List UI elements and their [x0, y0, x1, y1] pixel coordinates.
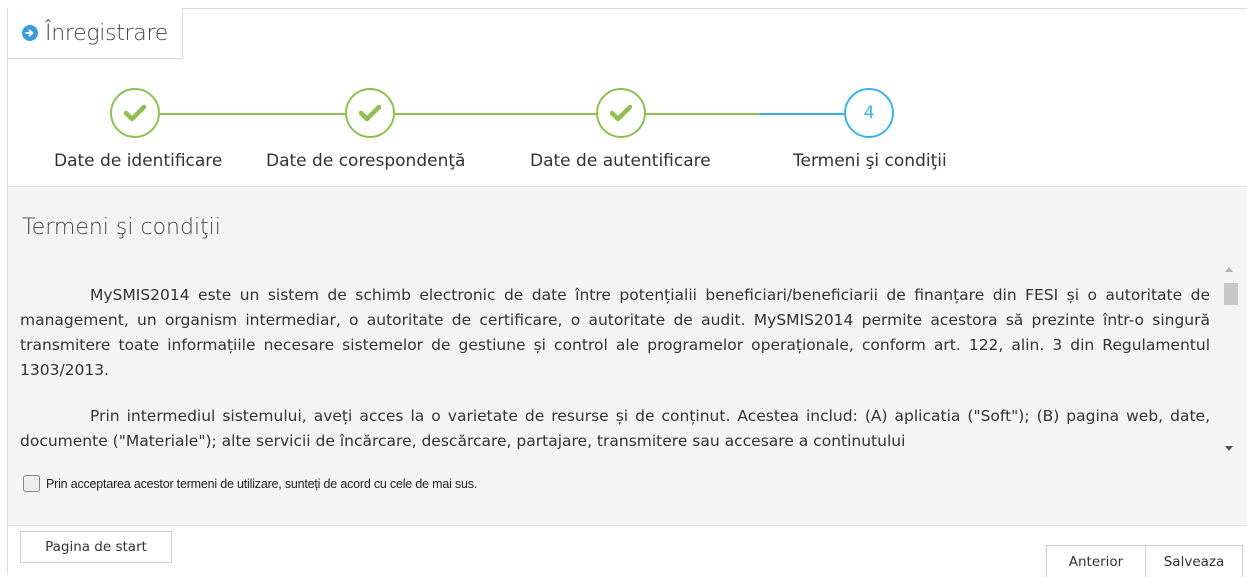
progress-line-1 — [160, 113, 346, 115]
wizard-step-1-label: Date de identificare — [54, 151, 223, 171]
home-button[interactable]: Pagina de start — [20, 531, 172, 563]
circle-arrow-right-icon — [22, 25, 38, 41]
terms-text: MySMIS2014 este un sistem de schimb elec… — [20, 283, 1210, 457]
terms-paragraph: MySMIS2014 este un sistem de schimb elec… — [20, 286, 1210, 379]
wizard-step-2-marker — [345, 88, 395, 138]
progress-line-2 — [395, 113, 597, 115]
tab-title: Înregistrare — [45, 20, 168, 46]
check-icon — [124, 104, 146, 122]
wizard-step-1-marker — [110, 88, 160, 138]
wizard-progress: 4 Date de identificare Date de corespond… — [8, 58, 1247, 186]
wizard-step-3-label: Date de autentificare — [530, 151, 711, 171]
accept-terms-row[interactable]: Prin acceptarea acestor termeni de utili… — [23, 475, 477, 492]
page-title: Termeni şi condiţii — [22, 215, 221, 240]
wizard-step-4-marker: 4 — [844, 88, 894, 138]
registration-tab[interactable]: Înregistrare — [8, 8, 183, 59]
wizard-step-4-label: Termeni şi condiţii — [793, 151, 947, 171]
previous-button[interactable]: Anterior — [1046, 545, 1146, 577]
terms-panel: Termeni şi condiţii MySMIS2014 este un s… — [8, 186, 1247, 526]
accept-terms-checkbox[interactable] — [23, 475, 40, 492]
terms-scrollbar[interactable] — [1222, 261, 1240, 457]
accept-terms-label[interactable]: Prin acceptarea acestor termeni de utili… — [46, 477, 477, 491]
scroll-down-arrow-icon[interactable] — [1225, 446, 1233, 451]
save-button[interactable]: Salveaza — [1145, 545, 1243, 577]
scroll-up-arrow-icon[interactable] — [1225, 267, 1233, 272]
check-icon — [359, 104, 381, 122]
terms-paragraph: Prin intermediul sistemului, aveți acces… — [20, 407, 1210, 450]
wizard-step-3-marker — [596, 88, 646, 138]
scroll-thumb[interactable] — [1224, 283, 1238, 305]
progress-line-3 — [646, 113, 760, 115]
wizard-step-2-label: Date de corespondenţă — [266, 151, 466, 171]
progress-line-4 — [760, 113, 844, 115]
step-number: 4 — [863, 103, 875, 123]
check-icon — [610, 104, 632, 122]
terms-scroll-area[interactable]: MySMIS2014 este un sistem de schimb elec… — [8, 261, 1240, 457]
